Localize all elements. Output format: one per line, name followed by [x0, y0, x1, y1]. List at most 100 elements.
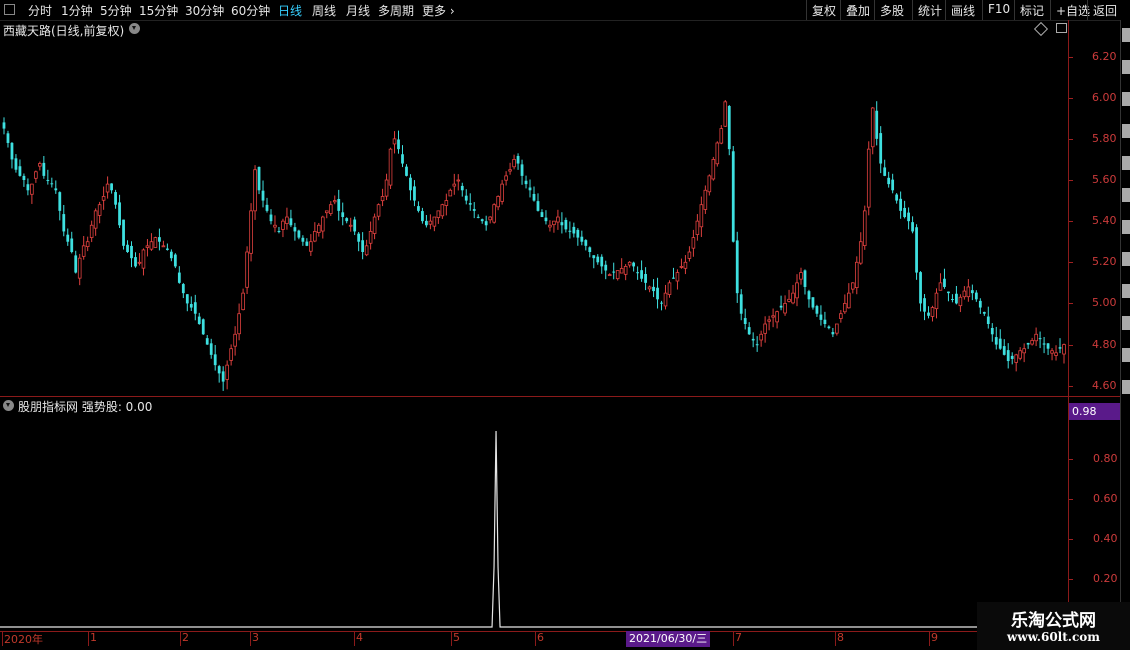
candle-body	[735, 240, 739, 294]
candle-body	[951, 299, 954, 301]
toolbar-button-7[interactable]: +自选	[1050, 0, 1090, 20]
tab-period-2[interactable]: 5分钟	[100, 2, 132, 19]
candle-body	[938, 282, 943, 291]
candle-body	[687, 251, 692, 259]
indicator-chart[interactable]	[0, 398, 1068, 630]
candle-body	[137, 261, 142, 264]
candle-body	[345, 218, 349, 222]
tab-period-3[interactable]: 15分钟	[139, 2, 178, 19]
candle-body	[823, 319, 827, 324]
tab-period-6[interactable]: 日线	[278, 2, 302, 19]
toolbar-button-3[interactable]: 统计	[912, 0, 945, 20]
tab-period-8[interactable]: 月线	[346, 2, 370, 19]
toolbar-button-0[interactable]: 复权	[806, 0, 840, 20]
candle-body	[751, 338, 755, 341]
candle-body	[974, 292, 978, 300]
tab-period-4[interactable]: 30分钟	[185, 2, 224, 19]
pane-divider[interactable]	[0, 396, 1120, 397]
diamond-icon[interactable]	[1033, 21, 1049, 37]
date-axis-label: 5	[453, 631, 460, 644]
candle-body	[472, 209, 476, 211]
candle-body	[600, 256, 604, 267]
toolbar-button-2[interactable]: 多股	[874, 0, 912, 20]
candle-body	[1022, 348, 1026, 354]
candle-body	[277, 230, 281, 232]
indicator-axis-tick	[1069, 579, 1073, 580]
candle-body	[50, 183, 54, 185]
toolbar-button-6[interactable]: 标记	[1014, 0, 1050, 20]
watermark: 乐淘公式网 www.60lt.com	[977, 602, 1130, 650]
candle-body	[22, 175, 26, 180]
toolbar-button-1[interactable]: 叠加	[840, 0, 874, 20]
price-axis-tick	[1069, 180, 1073, 181]
candle-body	[958, 296, 963, 307]
candle-body	[141, 249, 146, 269]
candlestick-chart[interactable]	[0, 36, 1068, 396]
layout-toggle-icon[interactable]	[1056, 23, 1067, 33]
candle-body	[596, 256, 600, 263]
toolbar-button-8[interactable]: 返回	[1087, 0, 1120, 20]
candle-body	[66, 234, 70, 242]
candle-body	[923, 298, 926, 312]
candle-body	[572, 226, 576, 234]
candle-body	[464, 195, 468, 201]
candle-body	[169, 251, 173, 259]
candle-body	[771, 315, 775, 318]
candle-body	[787, 298, 791, 302]
candle-body	[524, 180, 528, 185]
tab-period-5[interactable]: 60分钟	[231, 2, 270, 19]
price-axis-tick	[1069, 221, 1073, 223]
candle-body	[134, 257, 137, 267]
candle-body	[309, 241, 313, 252]
candle-body	[1018, 350, 1022, 359]
watermark-url: www.60lt.com	[1007, 630, 1100, 644]
candle-body	[384, 179, 389, 197]
candle-body	[357, 233, 361, 242]
candle-body	[739, 294, 743, 314]
candle-body	[89, 224, 94, 238]
candle-body	[456, 179, 461, 182]
candle-body	[552, 220, 556, 226]
candle-body	[1058, 347, 1062, 349]
candle-body	[122, 219, 125, 246]
toolbar-button-4[interactable]: 画线	[945, 0, 982, 20]
tab-period-0[interactable]: 分时	[28, 2, 52, 19]
menu-icon[interactable]	[4, 4, 15, 15]
candle-body	[348, 224, 353, 227]
candle-body	[448, 189, 453, 197]
candle-body	[332, 200, 337, 203]
tab-period-1[interactable]: 1分钟	[61, 2, 93, 19]
candle-body	[915, 227, 918, 273]
candle-body	[74, 255, 78, 273]
candle-body	[966, 286, 971, 298]
price-axis-label: 4.80	[1092, 337, 1117, 351]
tab-period-10[interactable]: 更多 ›	[422, 2, 455, 19]
candle-body	[791, 292, 795, 304]
candle-body	[731, 151, 735, 242]
candle-body	[907, 212, 910, 222]
candle-body	[225, 364, 229, 380]
candle-body	[468, 203, 472, 205]
toolbar-button-5[interactable]: F10	[982, 0, 1014, 20]
candle-body	[711, 159, 716, 180]
candle-body	[26, 184, 30, 191]
candle-body	[193, 302, 197, 314]
price-axis: 6.20 6.00 5.80 5.60 5.40 5.20 5.00 4.80 4.60	[1068, 20, 1121, 398]
candle-body	[421, 211, 424, 222]
tab-period-7[interactable]: 周线	[312, 2, 336, 19]
candle-body	[536, 201, 540, 211]
tab-period-9[interactable]: 多周期	[378, 2, 414, 19]
candle-body	[516, 155, 520, 164]
candle-body	[380, 196, 385, 202]
candle-body	[703, 189, 708, 210]
candle-body	[839, 313, 843, 319]
candle-body	[185, 294, 189, 304]
chevron-down-icon[interactable]	[129, 23, 140, 34]
candle-body	[1038, 338, 1042, 340]
candle-body	[947, 291, 950, 294]
candle-body	[580, 236, 584, 242]
candle-body	[647, 286, 652, 290]
candle-body	[520, 164, 524, 176]
candle-body	[409, 177, 412, 191]
candle-body	[110, 183, 113, 191]
